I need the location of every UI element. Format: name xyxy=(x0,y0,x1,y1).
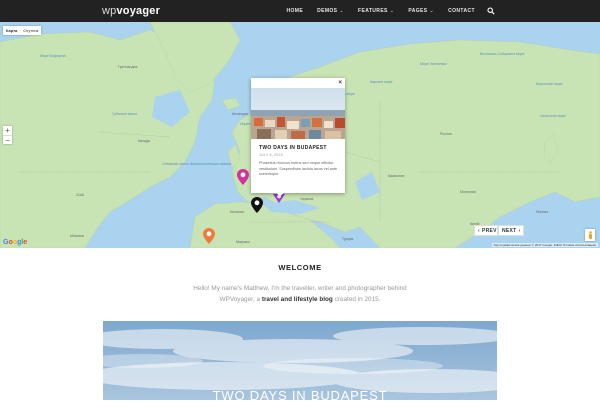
map-label-spain: Испания xyxy=(230,210,244,214)
prev-button[interactable]: ‹ PREV xyxy=(474,225,498,236)
map-label-canada: Канада xyxy=(138,139,150,143)
map-label-mongolia: Монголия xyxy=(460,190,476,194)
zoom-in-button[interactable]: + xyxy=(3,126,12,135)
map-label-turkey: Турция xyxy=(342,237,354,241)
map-label-ukraine: Украина xyxy=(300,197,314,201)
logo-bold: voyager xyxy=(116,5,161,17)
map-label-atlantic: Северная часть Атлантического океана xyxy=(162,162,231,166)
map-label-usa: США xyxy=(76,193,85,197)
map-pin-orange[interactable] xyxy=(203,228,215,244)
nav-pages[interactable]: PAGES ⌄ xyxy=(401,8,441,14)
map-label-kazakhstan: Казахстан xyxy=(388,174,405,178)
nav-contact[interactable]: CONTACT xyxy=(441,8,482,14)
map-label-morocco: Марокко xyxy=(236,240,250,244)
map-info-popup: × TWO DAYS IN BUDAPEST JULY 6, 2015 Phas… xyxy=(251,78,345,193)
hero-title[interactable]: TWO DAYS IN BUDAPEST xyxy=(0,388,600,403)
top-nav-bar: wpvoyager HOME DEMOS ⌄ FEATURES ⌄ PAGES ⌄ C… xyxy=(0,0,600,22)
map-label-iceland: Исландия xyxy=(232,112,249,116)
popup-title[interactable]: TWO DAYS IN BUDAPEST xyxy=(259,145,327,151)
site-logo[interactable]: wpvoyager xyxy=(102,5,160,17)
map-label-east-siberian: Восточно-Сибирское море xyxy=(480,52,525,56)
chevron-right-icon: › xyxy=(518,227,521,234)
map-label-japan: Япония xyxy=(536,210,549,214)
chevron-down-icon: ⌄ xyxy=(389,8,395,14)
chevron-left-icon: ‹ xyxy=(478,227,480,234)
pegman-icon[interactable] xyxy=(585,229,595,241)
map-attribution[interactable]: Картографические данные © 2017 Google, I… xyxy=(491,243,598,247)
nav-home[interactable]: HOME xyxy=(279,8,310,14)
map-label-kara: Карское море xyxy=(370,80,393,84)
main-nav: HOME DEMOS ⌄ FEATURES ⌄ PAGES ⌄ CONTACT xyxy=(279,0,482,22)
travel-blog-link[interactable]: travel and lifestyle blog xyxy=(262,296,333,303)
close-icon[interactable]: × xyxy=(338,80,342,86)
zoom-control: + − xyxy=(3,126,12,145)
map-type-control: Карта Спутник xyxy=(3,26,42,35)
map-type-map[interactable]: Карта xyxy=(3,26,20,35)
nav-demos[interactable]: DEMOS ⌄ xyxy=(310,8,351,14)
popup-tail xyxy=(276,192,284,197)
welcome-text: Hello! My name's Matthew, I'm the travel… xyxy=(193,285,407,303)
map-label-greenland: Гренландия xyxy=(118,65,138,69)
zoom-out-button[interactable]: − xyxy=(3,135,12,145)
logo-thin: wp xyxy=(102,5,117,17)
search-icon[interactable] xyxy=(487,7,495,15)
map-label-mexico: Мексика xyxy=(70,234,84,238)
nav-features[interactable]: FEATURES ⌄ xyxy=(351,8,401,14)
map-label-hudson: Гудзонов залив xyxy=(112,112,137,116)
google-logo: Google xyxy=(3,239,28,246)
chevron-down-icon: ⌄ xyxy=(339,8,345,14)
map-label-okhotsk: Охотское море xyxy=(540,114,566,118)
welcome-heading: WELCOME xyxy=(278,263,322,272)
popup-excerpt: Phasellus rhoncus metus sed neque effici… xyxy=(259,161,338,177)
chevron-down-icon: ⌄ xyxy=(429,8,435,14)
map-type-satellite[interactable]: Спутник xyxy=(20,26,41,35)
map-label-russia: Россия xyxy=(440,132,452,136)
map-pin-pink[interactable] xyxy=(237,169,249,185)
map-label-bering: Берингово море xyxy=(536,82,563,86)
map-label-laptev: Море Лаптевых xyxy=(420,62,447,66)
map-label-beaufort: Море Бофорта xyxy=(40,54,66,58)
popup-photo[interactable] xyxy=(251,88,345,139)
map-pin-black[interactable] xyxy=(251,197,263,213)
next-button[interactable]: NEXT › xyxy=(498,225,524,236)
popup-date: JULY 6, 2015 xyxy=(259,153,283,157)
